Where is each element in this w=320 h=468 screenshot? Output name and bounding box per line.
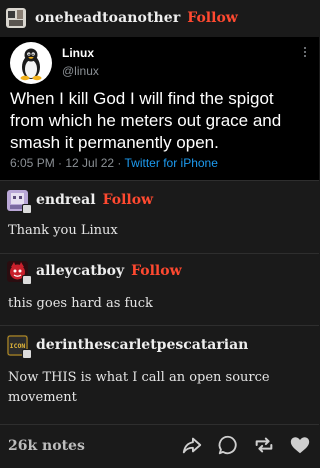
more-options-icon <box>301 45 309 61</box>
tweet-meta: 6:05 PM · 12 Jul 22 · Twitter for iPhone <box>10 156 218 170</box>
reply-username[interactable]: derinthescarletpescatarian <box>36 337 248 353</box>
reply-avatar[interactable]: ICON <box>7 334 32 359</box>
badge-icon <box>22 203 32 214</box>
follow-button[interactable]: Follow <box>103 192 154 208</box>
reply-text: this goes hard as fuck <box>8 296 153 311</box>
post-header: oneheadtoanother Follow <box>0 0 319 36</box>
reply-username[interactable]: alleycatboy <box>36 263 124 279</box>
tweet-screenshot: Linux @linux When I kill God I will find… <box>0 37 319 180</box>
tweet-timestamp: 6:05 PM · 12 Jul 22 · <box>10 156 125 170</box>
tux-avatar-icon <box>10 42 52 84</box>
tweet-author-name: Linux <box>62 46 94 60</box>
tweet-text: When I kill God I will find the spigot f… <box>10 89 282 152</box>
tweet-author-handle: @linux <box>62 64 99 78</box>
reblog-icon[interactable] <box>253 434 275 456</box>
follow-button[interactable]: Follow <box>187 10 238 26</box>
notes-count[interactable]: 26k notes <box>8 438 85 454</box>
author-name[interactable]: oneheadtoanother <box>35 10 180 26</box>
divider <box>0 180 319 181</box>
reply-item: ICON derinthescarletpescatarian Now THIS… <box>0 333 319 408</box>
reply-text: Now THIS is what I call an open source m… <box>8 370 270 405</box>
badge-icon <box>22 348 32 359</box>
like-icon[interactable] <box>289 434 311 456</box>
reply-username[interactable]: endreal <box>36 192 96 208</box>
follow-button[interactable]: Follow <box>131 263 182 279</box>
reply-avatar[interactable] <box>7 189 32 214</box>
tweet-client: Twitter for iPhone <box>124 156 218 170</box>
post-footer: 26k notes <box>0 424 319 468</box>
reply-avatar[interactable] <box>7 260 32 285</box>
reply-text: Thank you Linux <box>8 223 118 238</box>
share-icon[interactable] <box>181 434 203 456</box>
reply-item: endreal Follow Thank you Linux <box>0 188 319 241</box>
divider <box>0 325 319 326</box>
divider <box>0 253 319 254</box>
badge-icon <box>22 274 32 285</box>
reply-icon[interactable] <box>217 434 239 456</box>
author-avatar[interactable] <box>6 8 26 28</box>
post-actions <box>181 434 311 456</box>
reply-item: alleycatboy Follow this goes hard as fuc… <box>0 259 319 314</box>
